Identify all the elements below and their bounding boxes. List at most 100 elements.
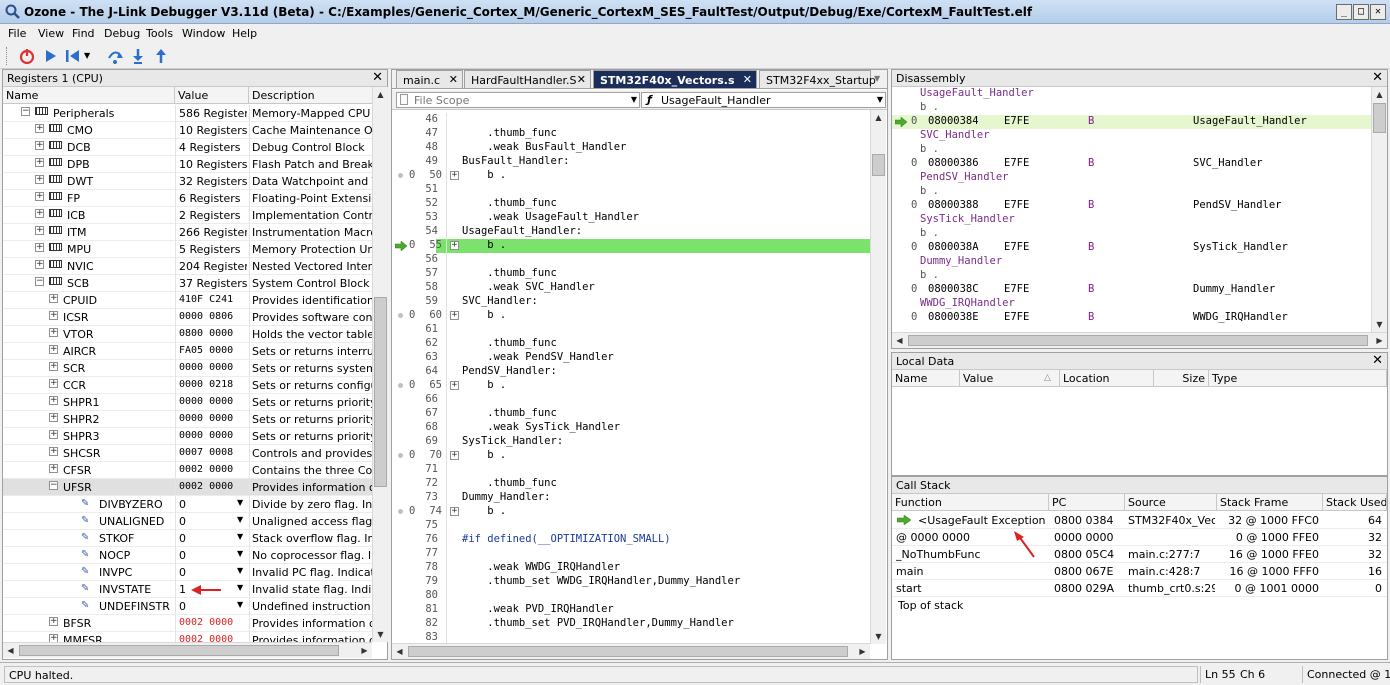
register-row[interactable]: + CCR 0000 0218 Sets or returns configura [3, 377, 373, 394]
col-header-stack-frame[interactable]: Stack Frame [1217, 494, 1323, 511]
scroll-left-icon[interactable]: ◀ [892, 333, 907, 348]
call-stack-row[interactable]: main 0800 067E main.c:428:7 16 @ 1000 FFF0 1… [892, 563, 1387, 580]
register-value[interactable]: 0000 0000 [179, 413, 247, 424]
register-value[interactable]: 5 Registers [179, 243, 247, 256]
code-line[interactable]: 0 +55 b . [392, 239, 870, 253]
register-row[interactable]: + ICB 2 Registers Implementation Control B [3, 207, 373, 224]
tree-expander-icon[interactable]: + [49, 413, 58, 422]
menu-help[interactable]: Help [232, 27, 257, 40]
step-out-icon[interactable] [152, 47, 170, 65]
register-row[interactable]: + CPUID 410F C241 Provides identification i… [3, 292, 373, 309]
tree-expander-icon[interactable]: + [49, 430, 58, 439]
scroll-up-icon[interactable]: ▲ [871, 110, 886, 125]
frame-source[interactable]: main.c:277:7 [1128, 548, 1215, 561]
breakpoint-slot-icon[interactable] [398, 313, 403, 318]
register-value[interactable]: 410F C241 [179, 294, 247, 305]
disassembly-line[interactable]: 0 0800038C E7FE B Dummy_Handler [892, 283, 1371, 297]
register-value[interactable]: 0800 0000 [179, 328, 247, 339]
disassembly-close-button[interactable]: ✕ [1372, 70, 1383, 85]
tree-expander-icon[interactable]: + [49, 447, 58, 456]
register-row[interactable]: + SHCSR 0007 0008 Controls and provides the [3, 445, 373, 462]
tree-expander-icon[interactable]: + [35, 243, 44, 252]
register-value[interactable]: 32 Registers [179, 175, 247, 188]
tree-expander-icon[interactable]: + [35, 175, 44, 184]
menu-tools[interactable]: Tools [146, 27, 173, 40]
register-value[interactable]: 0007 0008 [179, 447, 247, 458]
tab-close-icon[interactable]: ✕ [743, 73, 752, 86]
disassembly-line[interactable]: SVC_Handler [892, 129, 1371, 143]
register-row[interactable]: + CMO 10 Registers Cache Maintenance Oper [3, 122, 373, 139]
register-row[interactable]: + DCB 4 Registers Debug Control Block [3, 139, 373, 156]
register-value[interactable]: 10 Registers [179, 124, 247, 137]
register-row[interactable]: + DWT 32 Registers Data Watchpoint and Tra [3, 173, 373, 190]
disassembly-line[interactable]: 0 0800038A E7FE B SysTick_Handler [892, 241, 1371, 255]
code-line[interactable]: 64 PendSV_Handler: [392, 365, 870, 379]
disassembly-hscroll-thumb[interactable] [908, 335, 1368, 346]
tree-expander-icon[interactable]: + [49, 617, 58, 626]
col-header-description[interactable]: Description [249, 87, 373, 104]
register-value[interactable]: 0000 0218 [179, 379, 247, 390]
register-row[interactable]: + CFSR 0002 0000 Contains the three Confi [3, 462, 373, 479]
tree-expander-icon[interactable]: + [49, 345, 58, 354]
scroll-right-icon[interactable]: ▶ [1372, 333, 1387, 348]
code-view[interactable]: 46 47 .thumb_func 48 .weak BusFault_Handle… [392, 113, 870, 643]
register-value[interactable]: 0000 0000 [179, 396, 247, 407]
code-line[interactable]: 82 .thumb_set PVD_IRQHandler,Dummy_Handl… [392, 617, 870, 631]
code-line[interactable]: 62 .thumb_func [392, 337, 870, 351]
code-line[interactable]: 68 .weak SysTick_Handler [392, 421, 870, 435]
expand-source-icon[interactable]: + [450, 311, 459, 320]
code-line[interactable]: 53 .weak UsageFault_Handler [392, 211, 870, 225]
menu-file[interactable]: File [8, 27, 26, 40]
scroll-right-icon[interactable]: ▶ [357, 643, 372, 658]
tab-close-icon[interactable]: ✕ [577, 73, 586, 86]
step-into-icon[interactable] [129, 47, 147, 65]
code-line[interactable]: 83 [392, 631, 870, 643]
register-value[interactable]: 4 Registers [179, 141, 247, 154]
register-row[interactable]: + ITM 266 Registers Instrumentation Macroce [3, 224, 373, 241]
register-row[interactable]: ✎NOCP0▼No coprocessor flag. Indi [3, 547, 373, 564]
tree-expander-icon[interactable]: − [49, 481, 58, 490]
register-row[interactable]: + FP 6 Registers Floating-Point Extension [3, 190, 373, 207]
disassembly-line[interactable]: b . [892, 185, 1371, 199]
code-line[interactable]: 0 +50 b . [392, 169, 870, 183]
power-icon[interactable] [18, 47, 36, 65]
register-row[interactable]: + SHPR3 0000 0000 Sets or returns priority … [3, 428, 373, 445]
register-row[interactable]: + DPB 10 Registers Flash Patch and Breakpoi [3, 156, 373, 173]
code-line[interactable]: 48 .weak BusFault_Handler [392, 141, 870, 155]
register-value[interactable]: 0002 0000 [179, 634, 247, 642]
disassembly-vscroll[interactable]: ▲ ▼ [1371, 87, 1387, 332]
chevron-down-icon[interactable]: ▼ [237, 532, 243, 541]
register-row[interactable]: ✎UNALIGNED0▼Unaligned access flag. Inc [3, 513, 373, 530]
code-line[interactable]: 72 .thumb_func [392, 477, 870, 491]
scroll-down-icon[interactable]: ▼ [1372, 317, 1387, 332]
register-row[interactable]: ✎INVSTATE1▼Invalid state flag. Indicat [3, 581, 373, 598]
disassembly-hscroll[interactable]: ◀ ▶ [892, 332, 1387, 348]
col-header-pc[interactable]: PC [1049, 494, 1125, 511]
register-value[interactable]: 0002 0000 [179, 464, 247, 475]
code-line[interactable]: 76 #if defined(__OPTIMIZATION_SMALL) [392, 533, 870, 547]
register-row[interactable]: − SCB 37 Registers System Control Block [3, 275, 373, 292]
tree-expander-icon[interactable]: − [21, 107, 30, 116]
expand-source-icon[interactable]: + [450, 241, 459, 250]
tree-expander-icon[interactable]: + [35, 209, 44, 218]
disassembly-line[interactable]: SysTick_Handler [892, 213, 1371, 227]
register-value[interactable]: 2 Registers [179, 209, 247, 222]
scroll-down-icon[interactable]: ▼ [871, 629, 886, 644]
reset-icon[interactable] [64, 47, 82, 65]
register-row[interactable]: ✎STKOF0▼Stack overflow flag. Indic [3, 530, 373, 547]
register-value[interactable]: 266 Registers [179, 226, 247, 239]
code-line[interactable]: 71 [392, 463, 870, 477]
step-over-icon[interactable] [106, 47, 124, 65]
register-value[interactable]: 204 Registers [179, 260, 247, 273]
frame-source[interactable]: STM32F40x_Vecto [1128, 514, 1215, 527]
tree-expander-icon[interactable]: + [49, 634, 58, 642]
local-data-close-button[interactable]: ✕ [1372, 353, 1383, 368]
call-stack-row[interactable]: start 0800 029A thumb_crt0.s:294 0 @ 1001 0… [892, 580, 1387, 597]
tree-expander-icon[interactable]: + [49, 362, 58, 371]
tree-expander-icon[interactable]: + [49, 294, 58, 303]
expand-source-icon[interactable]: + [450, 451, 459, 460]
disassembly-line[interactable]: b . [892, 143, 1371, 157]
code-line[interactable]: 57 .thumb_func [392, 267, 870, 281]
disassembly-line[interactable]: PendSV_Handler [892, 171, 1371, 185]
register-value[interactable]: 0000 0806 [179, 311, 247, 322]
